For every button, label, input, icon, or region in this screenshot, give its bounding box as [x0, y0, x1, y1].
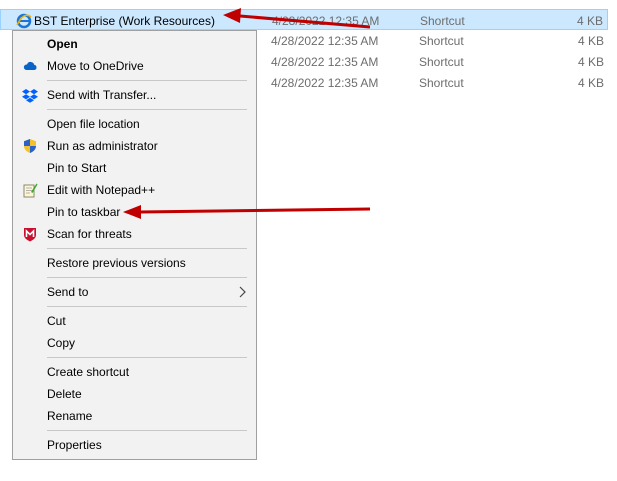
menu-separator	[47, 306, 247, 307]
menu-item-pin-taskbar[interactable]: Pin to taskbar	[13, 201, 256, 223]
chevron-right-icon	[239, 286, 246, 298]
menu-item-label: Copy	[47, 336, 76, 350]
file-size: 4 KB	[576, 14, 603, 28]
menu-separator	[47, 357, 247, 358]
menu-item-open-location[interactable]: Open file location	[13, 113, 256, 135]
file-type: Shortcut	[420, 14, 465, 28]
menu-item-edit-notepad[interactable]: Edit with Notepad++	[13, 179, 256, 201]
menu-separator	[47, 80, 247, 81]
menu-item-label: Cut	[47, 314, 66, 328]
menu-item-label: Pin to taskbar	[47, 205, 121, 219]
menu-item-label: Open file location	[47, 117, 140, 131]
menu-item-properties[interactable]: Properties	[13, 434, 256, 456]
ie-shortcut-icon	[16, 13, 32, 29]
file-size: 4 KB	[577, 76, 604, 90]
menu-item-label: Send with Transfer...	[47, 88, 157, 102]
file-type: Shortcut	[419, 76, 464, 90]
menu-item-move-onedrive[interactable]: Move to OneDrive	[13, 55, 256, 77]
menu-item-label: Run as administrator	[47, 139, 158, 153]
menu-separator	[47, 248, 247, 249]
menu-item-send-transfer[interactable]: Send with Transfer...	[13, 84, 256, 106]
dropbox-icon	[22, 89, 38, 103]
menu-item-label: Restore previous versions	[47, 256, 186, 270]
menu-separator	[47, 277, 247, 278]
menu-item-copy[interactable]: Copy	[13, 332, 256, 354]
menu-item-rename[interactable]: Rename	[13, 405, 256, 427]
file-size: 4 KB	[577, 55, 604, 69]
menu-item-pin-start[interactable]: Pin to Start	[13, 157, 256, 179]
cloud-icon	[23, 61, 37, 70]
menu-separator	[47, 109, 247, 110]
file-date: 4/28/2022 12:35 AM	[271, 76, 379, 90]
notepad-icon	[23, 183, 38, 198]
menu-item-cut[interactable]: Cut	[13, 310, 256, 332]
file-date: 4/28/2022 12:35 AM	[272, 14, 380, 28]
menu-item-create-shortcut[interactable]: Create shortcut	[13, 361, 256, 383]
file-size: 4 KB	[577, 34, 604, 48]
file-type: Shortcut	[419, 34, 464, 48]
menu-item-label: Pin to Start	[47, 161, 107, 175]
menu-item-label: Delete	[47, 387, 82, 401]
menu-separator	[47, 430, 247, 431]
file-date: 4/28/2022 12:35 AM	[271, 34, 379, 48]
menu-item-scan-threats[interactable]: Scan for threats	[13, 223, 256, 245]
menu-item-label: Rename	[47, 409, 93, 423]
menu-item-restore-versions[interactable]: Restore previous versions	[13, 252, 256, 274]
menu-item-label: Move to OneDrive	[47, 59, 144, 73]
menu-item-run-admin[interactable]: Run as administrator	[13, 135, 256, 157]
menu-item-label: Open	[47, 37, 78, 51]
menu-item-label: Create shortcut	[47, 365, 130, 379]
file-date: 4/28/2022 12:35 AM	[271, 55, 379, 69]
mcafee-shield-icon	[24, 228, 36, 242]
file-name: BST Enterprise (Work Resources)	[34, 14, 215, 28]
menu-item-delete[interactable]: Delete	[13, 383, 256, 405]
menu-item-label: Send to	[47, 285, 89, 299]
menu-item-open[interactable]: Open	[13, 33, 256, 55]
menu-item-send-to[interactable]: Send to	[13, 281, 256, 303]
file-row-selected[interactable]: BST Enterprise (Work Resources) 4/28/202…	[0, 9, 608, 30]
uac-shield-icon	[24, 139, 36, 153]
menu-item-label: Scan for threats	[47, 227, 132, 241]
menu-item-label: Properties	[47, 438, 102, 452]
context-menu: Open Move to OneDrive Send with Transfer…	[12, 30, 257, 460]
file-type: Shortcut	[419, 55, 464, 69]
menu-item-label: Edit with Notepad++	[47, 183, 156, 197]
